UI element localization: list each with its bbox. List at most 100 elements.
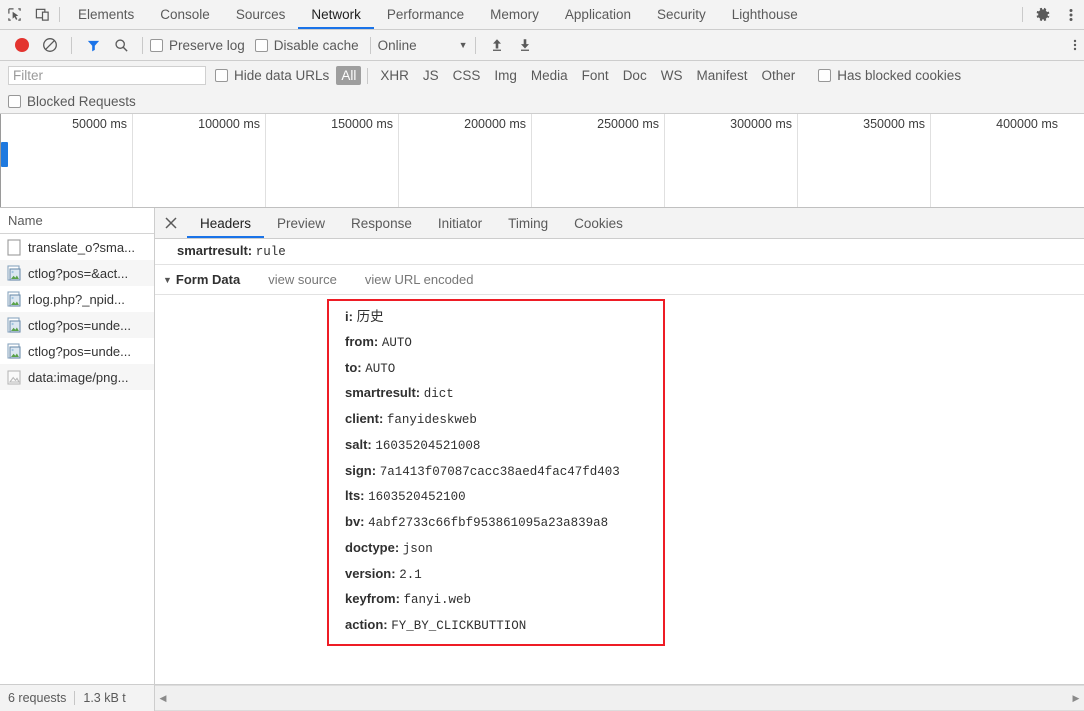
throttling-select[interactable]: Online ▼ [378,38,468,53]
filter-type-other[interactable]: Other [755,66,801,85]
table-row[interactable]: ctlog?pos=unde... [0,338,154,364]
close-icon[interactable] [155,208,187,238]
filter-funnel-icon[interactable] [79,38,107,53]
filter-type-xhr[interactable]: XHR [374,66,415,85]
export-har-download-icon[interactable] [511,37,539,53]
tab-application[interactable]: Application [552,0,644,29]
tab-console[interactable]: Console [147,0,223,29]
filter-type-img[interactable]: Img [488,66,523,85]
table-row[interactable]: rlog.php?_npid... [0,286,154,312]
tab-elements[interactable]: Elements [65,0,147,29]
more-kebab-icon[interactable] [1066,37,1084,53]
record-indicator [15,38,29,52]
filter-type-js[interactable]: JS [417,66,445,85]
request-list-header[interactable]: Name [0,208,154,234]
request-list[interactable]: translate_o?sma... ctlog?pos=&act... rlo… [0,234,154,684]
inspect-element-icon[interactable] [0,0,28,29]
filter-type-css-label: CSS [452,68,481,83]
tab-headers-label: Headers [200,215,252,231]
form-data-key: version: [345,565,396,581]
search-icon[interactable] [107,38,135,53]
table-row[interactable]: data:image/png... [0,364,154,390]
tab-application-label: Application [564,7,631,22]
view-url-encoded-link[interactable]: view URL encoded [365,272,474,287]
tab-response[interactable]: Response [338,208,425,238]
data-image-icon [7,369,21,385]
blocked-requests-checkbox[interactable]: Blocked Requests [8,94,136,109]
table-row[interactable]: translate_o?sma... [0,234,154,260]
tab-cookies-label: Cookies [574,215,623,231]
timeline-tick-label: 300000 ms [730,117,792,131]
filter-type-all[interactable]: All [336,66,362,85]
tab-preview[interactable]: Preview [264,208,338,238]
form-data-value: 4abf2733c66fbf953861095a23a839a8 [368,516,609,531]
scroll-left-arrow-icon[interactable]: ◀ [155,693,171,704]
filter-type-xhr-label: XHR [380,68,409,83]
form-data-row: action: FY_BY_CLICKBUTTION [329,613,663,639]
filter-input[interactable] [8,66,206,85]
device-toolbar-icon[interactable] [28,0,56,29]
form-data-value: dict [423,387,454,402]
form-data-value: 2.1 [399,567,422,582]
scroll-right-arrow-icon[interactable]: ▶ [1068,693,1084,704]
tab-lighthouse[interactable]: Lighthouse [719,0,811,29]
form-data-key: keyfrom: [345,591,400,607]
tab-headers[interactable]: Headers [187,208,265,238]
network-overview-timeline[interactable]: 50000 ms 100000 ms 150000 ms 200000 ms 2… [0,114,1084,208]
preserve-log-checkbox[interactable]: Preserve log [150,38,245,53]
tab-memory[interactable]: Memory [477,0,552,29]
status-summary: 6 requests 1.3 kB t [0,685,155,711]
filter-type-ws[interactable]: WS [655,66,689,85]
tab-initiator[interactable]: Initiator [425,208,495,238]
record-stop-icon[interactable] [8,38,36,52]
tab-security[interactable]: Security [644,0,719,29]
gear-icon[interactable] [1028,0,1058,29]
import-har-upload-icon[interactable] [483,37,511,53]
filter-type-css[interactable]: CSS [447,66,487,85]
form-data-key: i: [345,309,353,324]
view-source-link[interactable]: view source [268,272,337,287]
filter-type-media[interactable]: Media [525,66,574,85]
filter-type-doc[interactable]: Doc [617,66,653,85]
tab-timing-label: Timing [508,215,549,231]
tab-preview-label: Preview [277,215,326,231]
tab-network[interactable]: Network [298,0,374,29]
status-divider [74,691,76,705]
has-blocked-cookies-checkbox[interactable]: Has blocked cookies [818,68,961,83]
form-data-key: bv: [345,514,365,530]
tab-sources[interactable]: Sources [223,0,299,29]
filter-type-manifest[interactable]: Manifest [690,66,753,85]
form-data-row: bv: 4abf2733c66fbf953861095a23a839a8 [329,510,663,536]
toolbar-sep-4 [474,36,476,54]
table-row[interactable]: ctlog?pos=unde... [0,312,154,338]
filter-type-font[interactable]: Font [576,66,615,85]
form-data-key: salt: [345,436,372,452]
header-row-smartresult: smartresult: rule [155,239,1084,264]
form-data-key: smartresult: [345,385,421,401]
disable-cache-checkbox[interactable]: Disable cache [254,38,359,53]
form-data-row: sign: 7a1413f07087cacc38aed4fac47fd403 [329,459,663,485]
tab-timing[interactable]: Timing [495,208,561,238]
horizontal-scrollbar[interactable]: ◀ ▶ [155,685,1084,711]
timeline-gridline [930,114,931,207]
request-count: 6 requests [8,691,67,705]
form-data-row: keyfrom: fanyi.web [329,587,663,613]
clear-icon[interactable] [36,37,64,53]
form-data-section-header[interactable]: ▼ Form Data view source view URL encoded [155,264,1084,295]
table-row[interactable]: ctlog?pos=&act... [0,260,154,286]
form-data-key: to: [345,359,362,375]
filter-type-font-label: Font [581,68,609,83]
preserve-log-label: Preserve log [169,37,245,53]
timeline-tick-label: 400000 ms [996,117,1058,131]
network-status-bar: 6 requests 1.3 kB t ◀ ▶ [0,684,1084,711]
network-split-area: Name translate_o?sma... ctlog?pos=&act..… [0,208,1084,684]
more-options-kebab-icon[interactable] [1058,0,1084,29]
form-data-key: action: [345,617,388,633]
scrollbar-thumb[interactable] [171,686,1068,710]
tab-cookies[interactable]: Cookies [561,208,636,238]
tab-performance[interactable]: Performance [374,0,477,29]
headers-panel-body[interactable]: smartresult: rule ▼ Form Data view sourc… [155,239,1084,684]
tab-initiator-label: Initiator [437,215,483,231]
hide-data-urls-checkbox[interactable]: Hide data URLs [215,68,329,83]
has-blocked-cookies-box [818,69,832,82]
